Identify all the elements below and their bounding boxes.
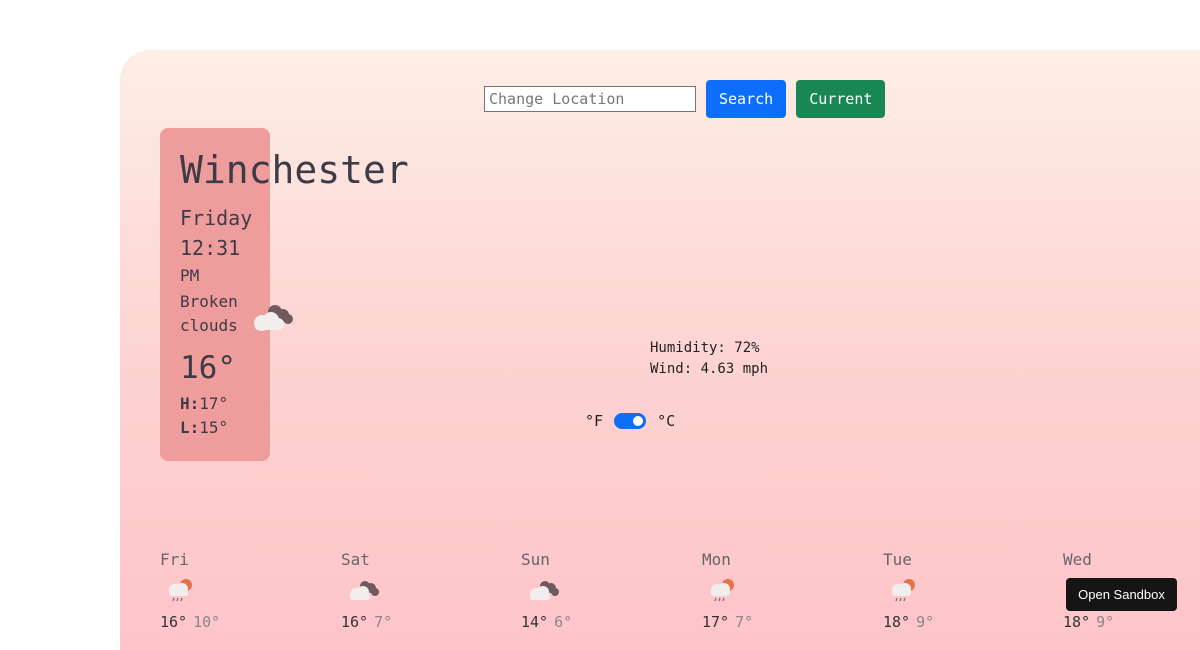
fahrenheit-label: °F <box>585 412 604 430</box>
weather-panel: Search Current Winchester Friday 12:31 P… <box>120 50 1200 650</box>
forecast-low: 7° <box>735 613 754 631</box>
city-name: Winchester <box>180 148 409 192</box>
forecast-day-label: Sun <box>521 550 550 569</box>
wind-text: Wind: 4.63 mph <box>650 361 769 377</box>
forecast-low: 7° <box>374 613 393 631</box>
forecast-day-label: Tue <box>883 550 912 569</box>
forecast-low: 9° <box>916 613 935 631</box>
unit-toggle: °F °C <box>585 412 675 430</box>
current-day: Friday <box>180 206 253 230</box>
search-bar: Search Current <box>484 80 886 118</box>
forecast-high: 17° <box>702 613 730 631</box>
low-temperature: L:15° <box>180 418 229 437</box>
forecast-day: Tue 18° 9° <box>883 550 934 631</box>
forecast-high: 18° <box>1063 613 1091 631</box>
current-location-button[interactable]: Current <box>796 80 886 118</box>
forecast-high: 16° <box>341 613 369 631</box>
forecast-low: 9° <box>1096 613 1115 631</box>
forecast-day-label: Sat <box>341 550 370 569</box>
open-sandbox-button[interactable]: Open Sandbox <box>1066 578 1177 611</box>
forecast-day-label: Wed <box>1063 550 1092 569</box>
forecast-day: Sun 14° 6° <box>521 550 572 631</box>
forecast-day-label: Mon <box>702 550 731 569</box>
switch-knob <box>633 416 644 426</box>
current-ampm: PM <box>180 266 200 285</box>
weather-details: Humidity: 72% Wind: 4.63 mph <box>650 338 768 380</box>
current-temperature: 16° <box>180 350 236 386</box>
weather-description: Broken clouds <box>180 292 238 335</box>
forecast-high: 16° <box>160 613 188 631</box>
forecast-low: 6° <box>554 613 573 631</box>
location-input[interactable] <box>484 86 696 112</box>
search-button[interactable]: Search <box>706 80 787 118</box>
forecast-high: 14° <box>521 613 549 631</box>
rain-icon <box>889 577 934 607</box>
rain-icon <box>166 577 220 607</box>
current-time: 12:31 <box>180 236 241 260</box>
forecast-day: Fri 16° 10° <box>160 550 220 631</box>
forecast-day-label: Fri <box>160 550 189 569</box>
high-temperature: H:17° <box>180 394 229 413</box>
forecast-low: 10° <box>193 613 221 631</box>
broken-clouds-icon <box>527 577 572 607</box>
forecast-day: Sat 16° 7° <box>341 550 392 631</box>
broken-clouds-icon <box>347 577 392 607</box>
unit-switch[interactable] <box>614 413 647 429</box>
celsius-label: °C <box>657 412 676 430</box>
broken-clouds-icon <box>250 302 296 336</box>
humidity-text: Humidity: 72% <box>650 340 760 356</box>
forecast-day: Mon 17° 7° <box>702 550 753 631</box>
forecast-high: 18° <box>883 613 911 631</box>
rain-icon <box>708 577 753 607</box>
